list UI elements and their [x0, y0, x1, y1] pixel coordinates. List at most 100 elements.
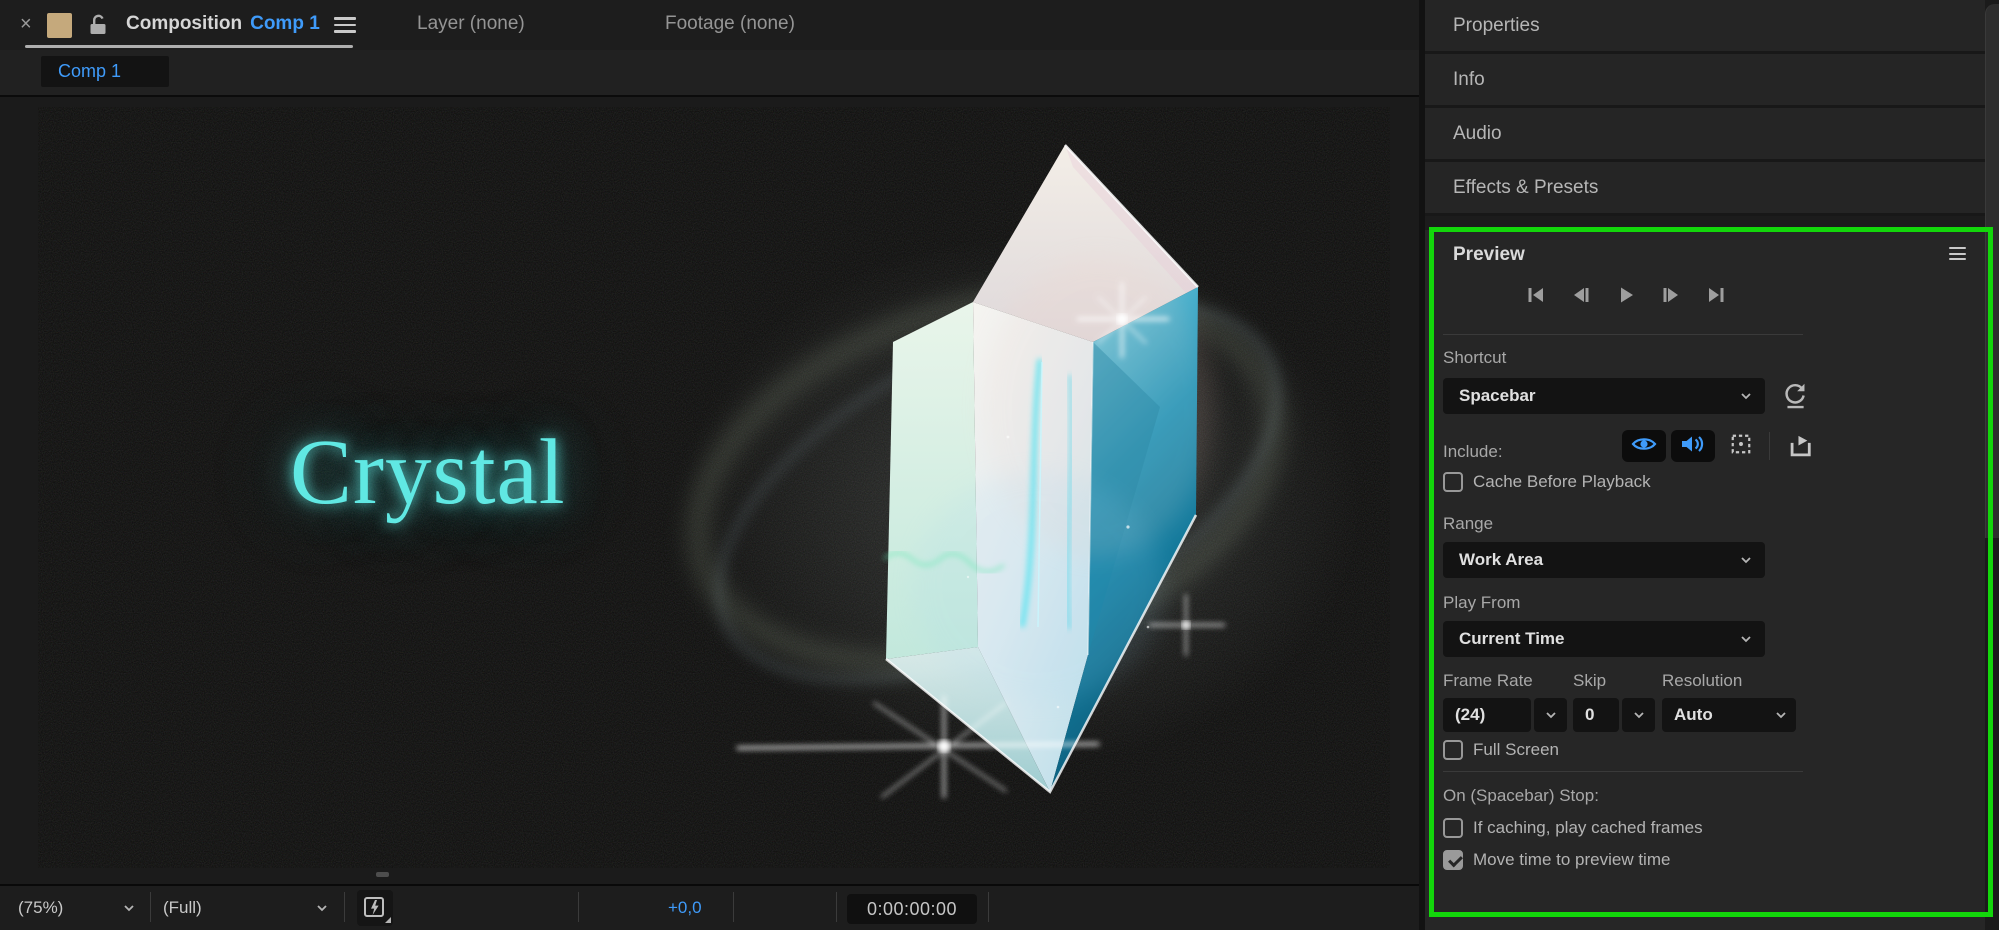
separator [150, 892, 151, 922]
composition-panel: × Composition Comp 1 Layer (none) Footage… [0, 0, 1419, 930]
preview-panel-title[interactable]: Preview [1453, 244, 1525, 266]
canvas-crystal-text: Crystal [290, 421, 566, 524]
right-sidebar: Properties Info Audio Effects & Presets … [1425, 0, 1985, 930]
viewer-area: Crystal [0, 97, 1419, 884]
transparency-grid-icon[interactable] [399, 926, 435, 930]
skip-to-start-button[interactable] [1525, 284, 1547, 306]
checkbox[interactable] [1443, 740, 1463, 760]
panel-header-properties[interactable]: Properties [1425, 0, 1985, 54]
move-time-row[interactable]: Move time to preview time [1443, 850, 1670, 870]
shortcut-dropdown[interactable]: Spacebar [1443, 378, 1765, 414]
range-dropdown[interactable]: Work Area [1443, 542, 1765, 578]
skip-to-end-button[interactable] [1705, 284, 1727, 306]
checkbox-label: If caching, play cached frames [1473, 818, 1703, 837]
resolution-dropdown-preview[interactable]: Auto [1662, 698, 1796, 732]
tab-footage[interactable]: Footage (none) [665, 13, 795, 35]
color-swatch[interactable] [47, 13, 72, 38]
magnification-value: (75%) [18, 898, 64, 917]
skip-value: 0 [1585, 705, 1595, 724]
playback-controls [1525, 284, 1727, 306]
frame-rate-value-box[interactable]: (24) [1443, 698, 1531, 732]
on-stop-label: On (Spacebar) Stop: [1443, 786, 1599, 805]
docked-panel-edge-top [1985, 4, 1999, 538]
panel-tab-bar: × Composition Comp 1 Layer (none) Footage… [0, 0, 1419, 50]
play-button[interactable] [1615, 284, 1637, 306]
panel-menu-icon[interactable] [334, 17, 356, 37]
range-label: Range [1443, 514, 1494, 533]
separator [988, 892, 989, 922]
composition-toolbar: (75%) (Full) +0,0 0:00:00:00 [0, 884, 1419, 930]
include-label: Include: [1443, 442, 1503, 461]
range-value: Work Area [1459, 550, 1544, 569]
panel-header-label: Properties [1453, 14, 1540, 36]
eye-icon [1631, 435, 1657, 458]
play-from-label: Play From [1443, 593, 1521, 612]
checkbox-label: Cache Before Playback [1473, 472, 1651, 491]
skip-value-box[interactable]: 0 [1573, 698, 1619, 732]
play-from-value: Current Time [1459, 629, 1565, 648]
viewer-tab-comp1[interactable]: Comp 1 [41, 56, 169, 87]
speaker-icon [1680, 434, 1706, 459]
after-effects-window: × Composition Comp 1 Layer (none) Footage… [0, 0, 1999, 930]
magnification-dropdown[interactable]: (75%) [18, 898, 134, 918]
fast-previews-icon[interactable] [357, 890, 393, 926]
divider [1443, 771, 1803, 772]
include-audio-button[interactable] [1671, 430, 1715, 462]
skip-label: Skip [1573, 671, 1607, 690]
checkbox-label: Full Screen [1473, 740, 1559, 759]
cache-before-playback-row[interactable]: Cache Before Playback [1443, 472, 1651, 492]
if-caching-row[interactable]: If caching, play cached frames [1443, 818, 1703, 838]
frame-rate-label: Frame Rate [1443, 671, 1533, 690]
next-frame-button[interactable] [1660, 284, 1682, 306]
tab-layer[interactable]: Layer (none) [417, 13, 525, 35]
panel-header-effects-presets[interactable]: Effects & Presets [1425, 162, 1985, 216]
tab-composition[interactable]: Composition Comp 1 [126, 13, 320, 35]
resolution-value: Auto [1674, 705, 1713, 724]
preview-favors-icon[interactable] [1787, 432, 1815, 465]
panel-header-label: Audio [1453, 122, 1502, 144]
separator [733, 892, 734, 922]
checkbox[interactable] [1443, 472, 1463, 492]
checkbox[interactable] [1443, 850, 1463, 870]
full-screen-row[interactable]: Full Screen [1443, 740, 1559, 760]
separator [1769, 432, 1770, 460]
panel-header-label: Effects & Presets [1453, 176, 1599, 198]
previous-frame-button[interactable] [1570, 284, 1592, 306]
composition-canvas[interactable]: Crystal [38, 107, 1390, 868]
docked-panel-edge [1985, 0, 1999, 930]
panel-group-gap [1425, 216, 1985, 230]
frame-rate-chevron[interactable] [1534, 698, 1567, 732]
resolution-label: Resolution [1662, 671, 1743, 690]
timecode-field[interactable]: 0:00:00:00 [847, 894, 977, 924]
resolution-value: (Full) [163, 898, 202, 917]
active-comp-name: Comp 1 [250, 13, 320, 34]
checkbox[interactable] [1443, 818, 1463, 838]
horizontal-scrollbar-thumb[interactable] [376, 872, 389, 877]
preview-panel: Preview Shortcut Spacebar Include: Cache… [1425, 230, 1985, 918]
separator [344, 892, 345, 922]
reset-preview-icon[interactable] [1781, 381, 1809, 414]
separator [578, 892, 579, 922]
skip-chevron[interactable] [1622, 698, 1655, 732]
separator [836, 892, 837, 922]
frame-rate-value: (24) [1455, 705, 1486, 724]
unlock-icon[interactable] [88, 13, 108, 42]
panel-header-label: Info [1453, 68, 1485, 90]
resolution-dropdown[interactable]: (Full) [163, 898, 327, 918]
close-icon[interactable]: × [20, 12, 32, 36]
overlays-icon [1730, 433, 1752, 460]
panel-header-info[interactable]: Info [1425, 54, 1985, 108]
active-tab-underline [25, 45, 353, 48]
panel-header-audio[interactable]: Audio [1425, 108, 1985, 162]
crystal-artwork [683, 144, 1363, 799]
checkbox-label: Move time to preview time [1473, 850, 1671, 869]
divider [1443, 334, 1803, 335]
shortcut-label: Shortcut [1443, 348, 1507, 367]
preview-menu-icon[interactable] [1949, 247, 1966, 264]
shortcut-value: Spacebar [1459, 386, 1536, 405]
include-video-button[interactable] [1622, 430, 1666, 462]
include-overlays-button[interactable] [1721, 430, 1761, 462]
composition-label: Composition [126, 13, 243, 34]
play-from-dropdown[interactable]: Current Time [1443, 621, 1765, 657]
exposure-value[interactable]: +0,0 [668, 898, 702, 918]
